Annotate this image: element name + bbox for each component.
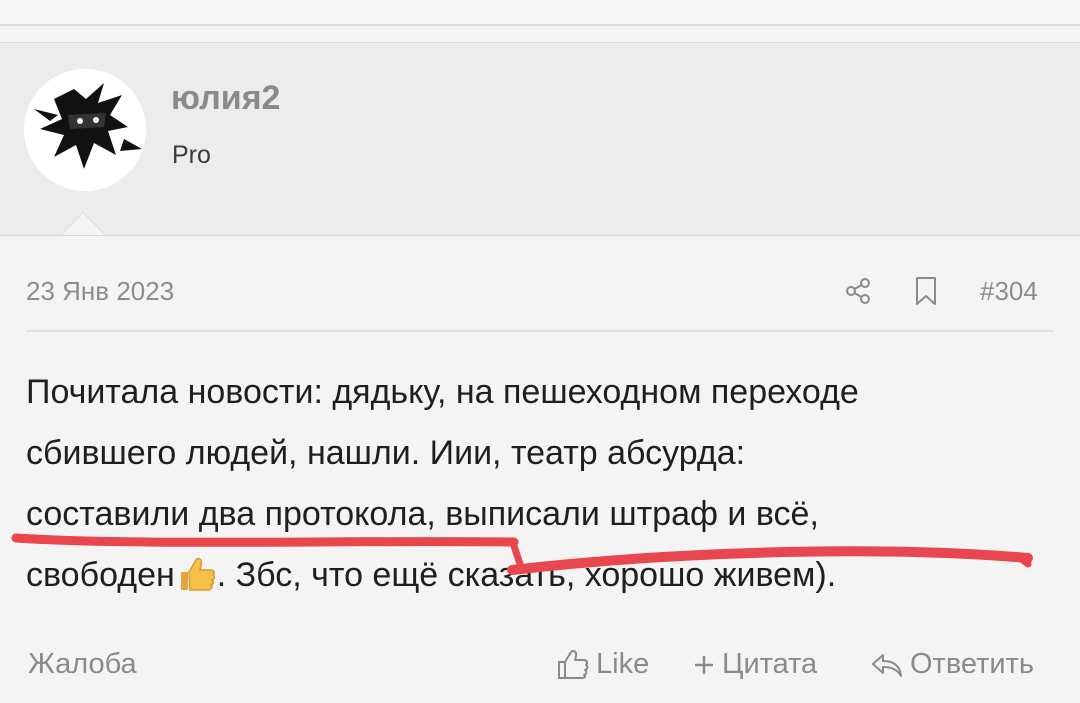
avatar[interactable] <box>24 69 146 191</box>
author-pointer <box>61 213 105 235</box>
thumbs-up-icon <box>558 649 589 679</box>
avatar-image <box>24 69 146 191</box>
author-block: юлия2 Pro <box>0 42 1080 236</box>
quote-button[interactable]: Цитата <box>692 648 817 681</box>
bookmark-button[interactable] <box>910 272 942 310</box>
reply-label: Ответить <box>910 648 1034 680</box>
share-icon <box>846 278 870 304</box>
bookmark-icon <box>916 277 936 305</box>
plus-icon <box>695 655 713 674</box>
top-bar <box>0 0 1080 26</box>
reply-button[interactable]: Ответить <box>870 648 1034 681</box>
quote-label: Цитата <box>722 648 818 680</box>
post-line: свободен . Збс, что ещё сказать, хорошо ж… <box>26 545 1056 606</box>
post-line: Почитала новости: дядьку, на пешеходном … <box>26 373 859 411</box>
post-number-link[interactable]: #304 <box>980 276 1038 307</box>
post-line-part: . Збс, что ещё сказать, хорошо живем). <box>216 556 837 594</box>
user-rank: Pro <box>172 141 211 169</box>
share-button[interactable] <box>842 272 874 310</box>
like-button[interactable]: Like <box>556 648 649 681</box>
post-line: составили два протокола, выписали штраф … <box>26 495 819 533</box>
post-line: сбившего людей, нашли. Иии, театр абсурд… <box>26 434 746 472</box>
like-label: Like <box>596 648 650 680</box>
report-link[interactable]: Жалоба <box>28 648 137 681</box>
reply-icon <box>872 653 902 677</box>
post-line-part: свободен <box>26 556 175 594</box>
post-date[interactable]: 23 Янв 2023 <box>26 276 174 307</box>
post-body: Почитала новости: дядьку, на пешеходном … <box>26 362 1056 606</box>
thumbs-up-emoji-icon <box>175 551 217 591</box>
username[interactable]: юлия2 <box>171 79 280 118</box>
divider <box>26 330 1054 332</box>
